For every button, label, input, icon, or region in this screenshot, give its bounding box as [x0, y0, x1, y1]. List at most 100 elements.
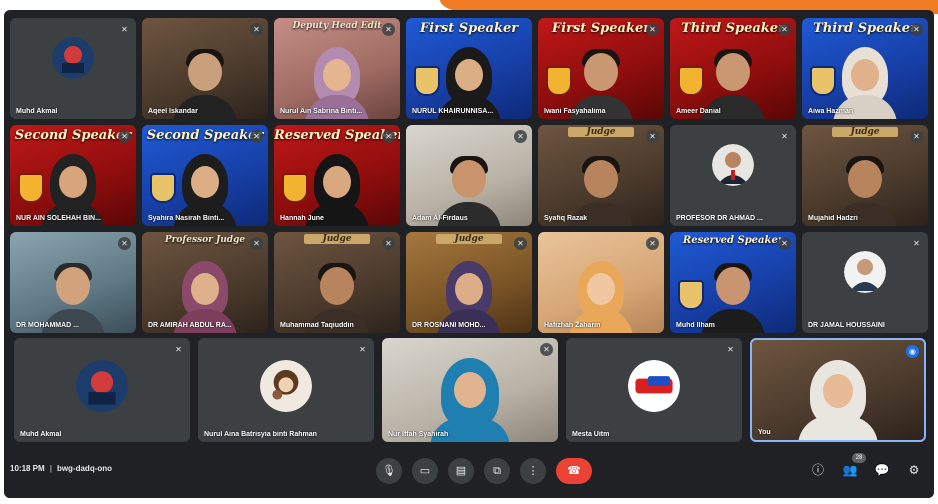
- participant-name: NUR AIN SOLEHAH BIN...: [16, 215, 101, 222]
- participant-name: Muhammad Taqiuddin: [280, 322, 354, 329]
- meeting-time: 10:18 PM: [10, 464, 45, 473]
- participant-name: Hafizhah Zaharin: [544, 322, 601, 329]
- participant-tile[interactable]: Second Speaker ✕ NUR AIN SOLEHAH BIN...: [10, 125, 136, 226]
- participant-name: Nur Iffah Syahirah: [388, 431, 449, 438]
- participant-tile[interactable]: Second Speaker ✕ Syahira Nasirah Binti..…: [142, 125, 268, 226]
- chat-button[interactable]: 💬: [872, 460, 892, 480]
- meet-window: ✕ Muhd Akmal ✕ Aqeel Iskandar Deputy Hea…: [4, 10, 934, 498]
- muted-mic-icon: ✕: [118, 23, 131, 36]
- logo-avatar: [628, 359, 680, 412]
- participant-grid: ✕ Muhd Akmal ✕ Aqeel Iskandar Deputy Hea…: [10, 18, 928, 333]
- muted-mic-icon: ✕: [910, 237, 923, 250]
- muted-mic-icon: ✕: [910, 130, 923, 143]
- muted-mic-icon: ✕: [250, 130, 263, 143]
- avatar: [712, 144, 754, 187]
- participant-tile[interactable]: Reserved Speaker ✕ Muhd Ilham: [670, 232, 796, 333]
- muted-mic-icon: ✕: [540, 343, 553, 356]
- participant-name: PROFESOR DR AHMAD ...: [676, 215, 763, 222]
- activities-button[interactable]: ⚙: [904, 460, 924, 480]
- meeting-control-bar: 10:18 PM | bwg-dadq-ono 🎙 ▭ ▤ ⧉ ⋮ ☎ ⓘ 👥 28…: [4, 444, 934, 498]
- participant-tile[interactable]: ✕ Muhd Akmal: [10, 18, 136, 119]
- participant-name: Aqeel Iskandar: [148, 108, 198, 115]
- participant-name: Ameer Danial: [676, 108, 721, 115]
- info-icon: ⓘ: [811, 463, 824, 477]
- participants-button[interactable]: 👥 28: [840, 453, 866, 480]
- team-crest-icon: [282, 173, 308, 203]
- muted-mic-icon: ✕: [118, 237, 131, 250]
- participant-tile[interactable]: ✕ Aqeel Iskandar: [142, 18, 268, 119]
- muted-mic-icon: ✕: [910, 23, 923, 36]
- meeting-code: bwg-dadq-ono: [56, 464, 113, 473]
- muted-mic-icon: ✕: [646, 130, 659, 143]
- participant-name: You: [758, 429, 771, 436]
- participant-name: Muhd Akmal: [20, 431, 62, 438]
- participant-name: DR ROSNANI MOHD...: [412, 322, 486, 329]
- participant-name: Mujahid Hadzri: [808, 215, 858, 222]
- chat-icon: 💬: [874, 463, 890, 477]
- bottom-participant-row: ✕ Muhd Akmal ✕ Nurul Aina Batrisyia bint…: [14, 338, 926, 442]
- participants-count-badge: 28: [852, 453, 866, 463]
- captions-button[interactable]: ▤: [448, 458, 474, 484]
- speaking-indicator-icon: ◉: [906, 345, 919, 358]
- participant-tile[interactable]: Reserved Speaker ✕ Hannah June: [274, 125, 400, 226]
- muted-mic-icon: ✕: [356, 343, 369, 356]
- participant-tile[interactable]: ✕ DR MOHAMMAD ...: [10, 232, 136, 333]
- participant-tile[interactable]: First Speaker ✕ Iwani Fasyahalima: [538, 18, 664, 119]
- participant-tile[interactable]: Judge ✕ Mujahid Hadzri: [802, 125, 928, 226]
- participant-name: Iwani Fasyahalima: [544, 108, 606, 115]
- participant-tile[interactable]: ✕ Hafizhah Zaharin: [538, 232, 664, 333]
- present-icon: ⧉: [493, 465, 501, 477]
- more-options-button[interactable]: ⋮: [520, 458, 546, 484]
- role-banner: Judge: [436, 234, 502, 244]
- team-crest-icon: [150, 173, 176, 203]
- participant-name: Nurul Ain Sabrina Binti...: [280, 108, 363, 115]
- avatar: [844, 251, 886, 294]
- participant-name: Syahira Nasirah Binti...: [148, 215, 225, 222]
- participant-name: DR MOHAMMAD ...: [16, 322, 79, 329]
- participant-tile[interactable]: First Speaker NURUL KHAIRUNNISA...: [406, 18, 532, 119]
- camera-icon: ▭: [419, 465, 431, 477]
- participant-tile[interactable]: ✕ Adam Al-Firdaus: [406, 125, 532, 226]
- muted-mic-icon: ✕: [250, 237, 263, 250]
- end-call-icon: ☎: [567, 465, 581, 477]
- present-button[interactable]: ⧉: [484, 458, 510, 484]
- participant-tile[interactable]: Third Speaker ✕ Ameer Danial: [670, 18, 796, 119]
- muted-mic-icon: ✕: [514, 130, 527, 143]
- participant-video: [430, 358, 510, 442]
- participant-name: DR JAMAL HOUSSAINI: [808, 322, 885, 329]
- participant-name: Hannah June: [280, 215, 324, 222]
- participant-tile[interactable]: ✕ Nur Iffah Syahirah: [382, 338, 558, 442]
- participant-name: Muhd Ilham: [676, 322, 715, 329]
- self-view-tile[interactable]: ◉ You: [750, 338, 926, 442]
- muted-mic-icon: ✕: [514, 237, 527, 250]
- participant-tile[interactable]: ✕ DR JAMAL HOUSSAINI: [802, 232, 928, 333]
- role-banner: Judge: [568, 127, 634, 137]
- avatar: [76, 359, 128, 412]
- leave-call-button[interactable]: ☎: [556, 458, 592, 484]
- avatar: [260, 359, 312, 412]
- participant-tile[interactable]: Judge ✕ Muhammad Taqiuddin: [274, 232, 400, 333]
- participant-name: Adam Al-Firdaus: [412, 215, 468, 222]
- mic-button[interactable]: 🎙: [376, 458, 402, 484]
- participant-tile[interactable]: Judge ✕ Syafiq Razak: [538, 125, 664, 226]
- meeting-details-button[interactable]: ⓘ: [808, 460, 828, 480]
- people-icon: 👥: [842, 463, 858, 477]
- participant-name: Syafiq Razak: [544, 215, 588, 222]
- captions-icon: ▤: [455, 465, 467, 477]
- participant-tile[interactable]: ✕ Nurul Aina Batrisyia binti Rahman: [198, 338, 374, 442]
- role-banner: Judge: [832, 127, 898, 137]
- camera-button[interactable]: ▭: [412, 458, 438, 484]
- participant-tile[interactable]: Professor Judge ✕ DR AMIRAH ABDUL RA...: [142, 232, 268, 333]
- participant-tile[interactable]: ✕ Muhd Akmal: [14, 338, 190, 442]
- muted-mic-icon: ✕: [778, 130, 791, 143]
- participant-tile[interactable]: Judge ✕ DR ROSNANI MOHD...: [406, 232, 532, 333]
- participant-tile[interactable]: Third Speaker ✕ Aiwa Hazman: [802, 18, 928, 119]
- role-banner: Judge: [304, 234, 370, 244]
- participant-tile[interactable]: Deputy Head Edit ✕ Nurul Ain Sabrina Bin…: [274, 18, 400, 119]
- participant-tile[interactable]: ✕ PROFESOR DR AHMAD ...: [670, 125, 796, 226]
- participant-tile[interactable]: ✕ Mesta Uitm: [566, 338, 742, 442]
- team-crest-icon: [546, 66, 572, 96]
- meeting-info: 10:18 PM | bwg-dadq-ono: [10, 464, 113, 473]
- muted-mic-icon: ✕: [724, 343, 737, 356]
- muted-mic-icon: ✕: [646, 237, 659, 250]
